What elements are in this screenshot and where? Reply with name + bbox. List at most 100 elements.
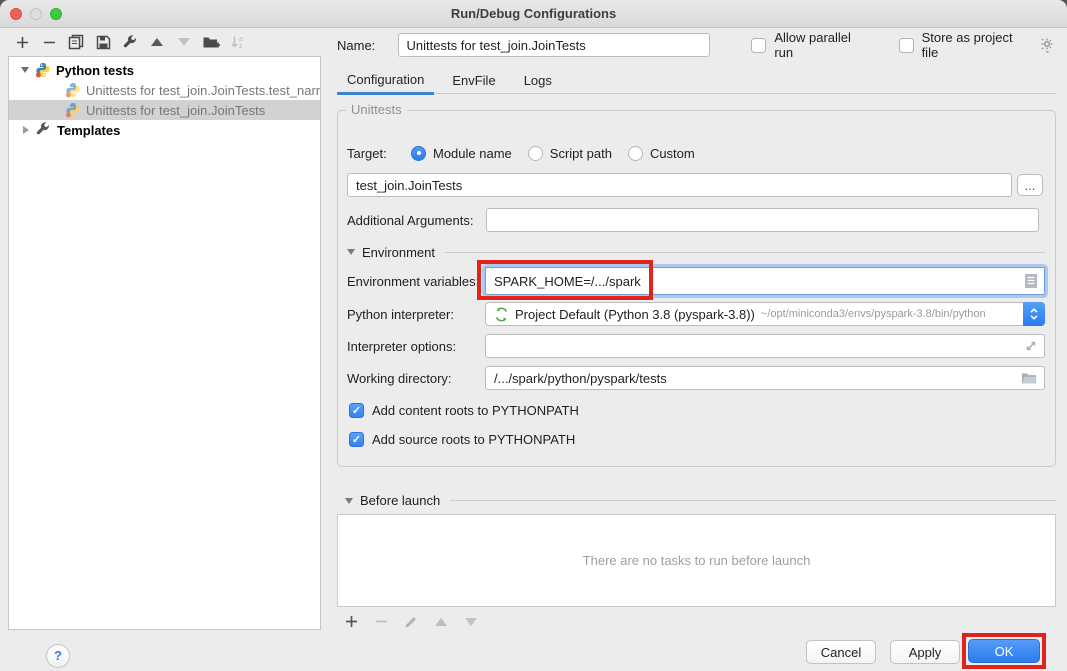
tree-item-label: Unittests for test_join.JoinTests.test_n… [86,83,320,98]
move-up-button[interactable] [148,33,166,51]
collapse-arrow-icon[interactable] [347,249,355,255]
target-script-path-radio[interactable] [528,146,543,161]
target-custom-label: Custom [650,146,695,161]
tab-configuration[interactable]: Configuration [337,68,434,95]
tree-item-test-narrow[interactable]: Unittests for test_join.JoinTests.test_n… [9,80,320,100]
copy-configuration-button[interactable] [67,33,85,51]
target-module-name-label: Module name [433,146,512,161]
add-content-roots-label: Add content roots to PYTHONPATH [372,403,579,418]
additional-arguments-label: Additional Arguments: [347,213,473,228]
minus-icon [43,36,56,49]
tab-label: EnvFile [452,73,495,88]
collapse-arrow-icon[interactable] [21,67,29,73]
apply-label: Apply [909,645,942,660]
tab-envfile[interactable]: EnvFile [442,68,505,93]
working-directory-input[interactable]: /.../spark/python/pyspark/tests [485,366,1045,390]
run-debug-configurations-dialog: Run/Debug Configurations az Python tests… [0,0,1067,671]
sort-configurations-button[interactable]: az [229,33,247,51]
store-as-project-file-checkbox[interactable] [899,38,914,53]
add-source-roots-checkbox[interactable]: ✓ [349,432,364,447]
tree-item-python-tests[interactable]: Python tests [9,60,320,80]
before-launch-empty-message: There are no tasks to run before launch [583,553,811,568]
python-interpreter-path: ~/opt/miniconda3/envs/pyspark-3.8/bin/py… [761,308,986,320]
triangle-up-icon [151,38,163,46]
tree-item-label: Python tests [56,63,134,78]
configurations-toolbar: az [13,33,247,51]
working-directory-label: Working directory: [347,371,452,386]
move-task-down-button[interactable] [462,613,480,631]
combo-chevrons-icon[interactable] [1023,302,1045,326]
plus-icon [16,36,29,49]
add-task-button[interactable] [342,613,360,631]
triangle-down-icon [465,618,477,626]
svg-text:z: z [239,43,243,50]
ok-button[interactable]: OK [968,639,1040,663]
config-tabs: Configuration EnvFile Logs [337,68,1056,94]
python-interpreter-value: Project Default (Python 3.8 (pyspark-3.8… [515,307,755,322]
browse-target-button[interactable]: ... [1017,174,1043,196]
tree-item-label: Templates [57,123,120,138]
python-interpreter-select[interactable]: Project Default (Python 3.8 (pyspark-3.8… [485,302,1045,326]
add-configuration-button[interactable] [13,33,31,51]
tree-item-label: Unittests for test_join.JoinTests [86,103,265,118]
add-source-roots-label: Add source roots to PYTHONPATH [372,432,575,447]
python-test-icon [65,102,81,118]
remove-configuration-button[interactable] [40,33,58,51]
pencil-icon [404,615,418,629]
python-tests-icon [35,62,51,78]
target-label: Target: [347,146,387,161]
new-folder-icon [202,35,220,50]
edit-task-button[interactable] [402,613,420,631]
save-configuration-button[interactable] [94,33,112,51]
target-script-path-label: Script path [550,146,612,161]
expand-arrow-icon[interactable] [23,126,29,134]
environment-variables-value: SPARK_HOME=/.../spark [494,274,641,289]
browse-folder-button[interactable] [1021,372,1038,385]
plus-icon [345,615,358,628]
name-label: Name: [337,38,398,53]
tree-item-jointests-selected[interactable]: Unittests for test_join.JoinTests [9,100,320,120]
name-input[interactable] [398,33,711,57]
apply-button[interactable]: Apply [890,640,960,664]
gear-icon [1039,37,1056,54]
allow-parallel-run-label: Allow parallel run [774,30,872,60]
collapse-arrow-icon[interactable] [345,498,353,504]
cancel-button[interactable]: Cancel [806,640,876,664]
edit-environment-variables-button[interactable] [1024,273,1038,289]
env-vars-list-icon [1024,273,1038,289]
expand-field-button[interactable] [1024,339,1038,353]
save-icon [96,35,111,50]
interpreter-options-label: Interpreter options: [347,339,456,354]
target-input[interactable] [347,173,1012,197]
environment-section-title: Environment [362,245,435,260]
move-task-up-button[interactable] [432,613,450,631]
remove-task-button[interactable] [372,613,390,631]
target-custom-radio[interactable] [628,146,643,161]
new-folder-button[interactable] [202,33,220,51]
target-module-name-radio[interactable] [411,146,426,161]
before-launch-toolbar [342,613,480,630]
store-options-button[interactable] [1039,37,1056,54]
configurations-tree: Python tests Unittests for test_join.Joi… [8,56,321,630]
additional-arguments-input[interactable] [486,208,1039,232]
configuration-editor: Name: Allow parallel run Store as projec… [337,28,1056,671]
before-launch-title: Before launch [360,493,440,508]
interpreter-options-input[interactable] [485,334,1045,358]
python-test-icon [65,82,81,98]
conda-env-icon [494,307,509,322]
svg-text:a: a [239,36,243,43]
section-divider [445,252,1045,253]
help-button[interactable]: ? [46,644,70,668]
environment-variables-input[interactable]: SPARK_HOME=/.../spark [485,267,1045,295]
edit-templates-button[interactable] [121,33,139,51]
move-down-button[interactable] [175,33,193,51]
minus-icon [375,615,388,628]
add-content-roots-checkbox[interactable]: ✓ [349,403,364,418]
before-launch-task-list: There are no tasks to run before launch [337,514,1056,607]
cancel-label: Cancel [821,645,861,660]
allow-parallel-run-checkbox[interactable] [751,38,766,53]
tab-label: Logs [524,73,552,88]
sort-alphabetically-icon: az [230,34,246,50]
tree-item-templates[interactable]: Templates [9,120,320,140]
tab-logs[interactable]: Logs [514,68,562,93]
